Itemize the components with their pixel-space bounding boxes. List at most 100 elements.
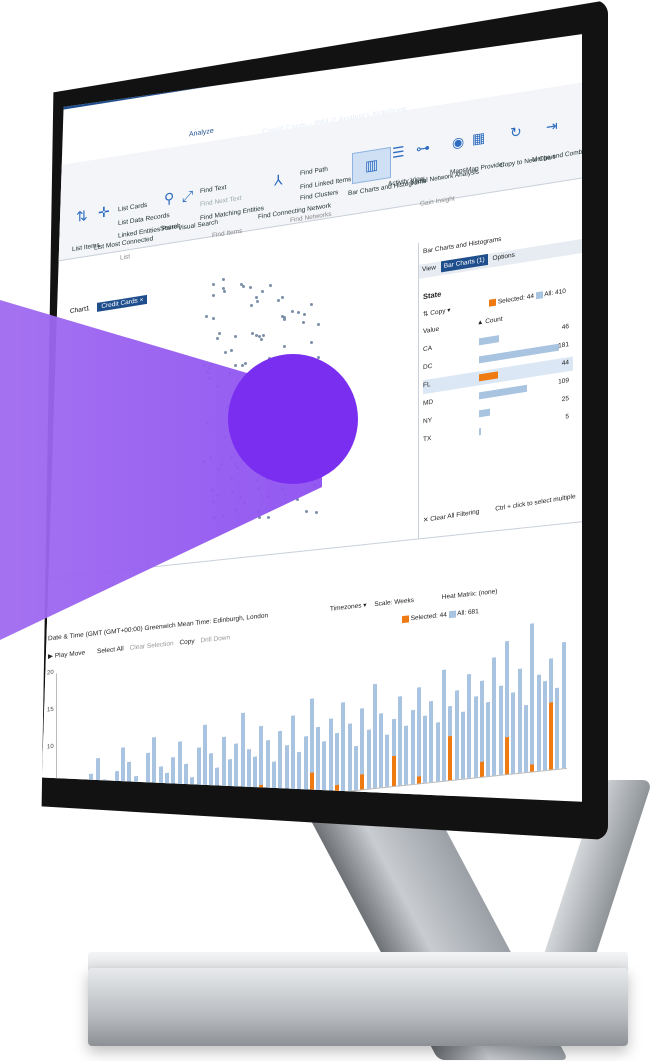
drill-down-button[interactable]: Drill Down (200, 634, 230, 644)
histogram-bar[interactable] (467, 674, 472, 779)
network-node[interactable] (218, 331, 222, 335)
histogram-bar[interactable] (372, 684, 377, 789)
login-button[interactable]: ⚲ Log In (454, 59, 492, 76)
network-node[interactable] (248, 285, 252, 289)
connecting-network-icon[interactable]: ⅄ (274, 171, 283, 189)
list-items-icon[interactable]: ⇅ (76, 207, 88, 226)
close-button[interactable]: X (564, 61, 571, 73)
network-node[interactable] (314, 510, 318, 514)
visual-search-icon[interactable]: ⤢ (182, 187, 193, 206)
copy-button[interactable]: Copy (179, 638, 194, 647)
network-node[interactable] (280, 296, 284, 300)
col-value[interactable]: Value (423, 326, 439, 336)
histogram-bar[interactable] (385, 734, 390, 787)
histogram-bar[interactable] (530, 623, 535, 772)
play-mode-dropdown[interactable]: Move (69, 649, 85, 658)
histogram-bar[interactable] (290, 715, 295, 797)
histogram-bar[interactable] (498, 685, 503, 775)
menu-select[interactable]: Select (228, 122, 247, 132)
network-node[interactable] (291, 309, 295, 313)
play-button[interactable]: ▶ Play (48, 651, 67, 660)
network-node[interactable] (221, 278, 225, 282)
network-node[interactable] (204, 315, 208, 319)
histogram-bar[interactable] (410, 709, 415, 785)
clear-selection-button[interactable]: Clear Selection (130, 640, 174, 652)
bar-chart-icon[interactable]: ▥ (352, 146, 392, 185)
menu-home[interactable]: Home (94, 144, 113, 154)
histogram-bar[interactable] (278, 731, 283, 799)
minimize-button[interactable]: – (530, 62, 536, 74)
network-node[interactable] (244, 362, 248, 365)
map-provider-icon[interactable]: ▦ (472, 129, 485, 148)
histogram-bar[interactable] (341, 702, 346, 792)
network-node[interactable] (233, 334, 237, 338)
histogram-bar-selected[interactable] (71, 812, 75, 820)
network-node[interactable] (305, 510, 308, 514)
histogram-bar-selected[interactable] (505, 736, 510, 775)
histogram-bar[interactable] (303, 735, 308, 796)
maximize-button[interactable]: □ (547, 62, 553, 74)
histogram-bar[interactable] (58, 806, 62, 821)
activity-view-icon[interactable]: ☰ (392, 143, 405, 162)
network-node[interactable] (250, 304, 254, 308)
network-node[interactable] (261, 334, 265, 338)
search-icon[interactable]: ⚲ (164, 189, 174, 208)
histogram-bar[interactable] (429, 700, 434, 783)
histogram-bar[interactable] (328, 718, 333, 793)
histogram-bar[interactable] (517, 668, 522, 774)
histogram-bar[interactable] (511, 691, 516, 774)
histogram-bar[interactable] (460, 711, 465, 779)
histogram-bar[interactable] (523, 705, 528, 773)
copy-to-chart-icon[interactable]: ↻ (510, 123, 522, 142)
histogram-bar[interactable] (379, 713, 384, 788)
histogram-bar[interactable] (536, 674, 541, 772)
network-node[interactable] (276, 298, 280, 302)
network-node[interactable] (212, 317, 216, 321)
network-node[interactable] (282, 345, 286, 349)
histogram-bar[interactable] (454, 690, 459, 780)
tab-options[interactable]: Options (489, 249, 517, 264)
network-node[interactable] (260, 338, 264, 342)
maps-icon[interactable]: ◉ (452, 133, 464, 152)
network-node[interactable] (268, 283, 272, 287)
network-node[interactable] (241, 284, 245, 288)
histogram-bar[interactable] (353, 745, 358, 791)
tab-view[interactable]: View (419, 262, 439, 276)
network-node[interactable] (267, 515, 271, 519)
histogram-bar[interactable] (486, 701, 491, 777)
histogram-bar[interactable] (335, 732, 340, 793)
network-node[interactable] (254, 296, 258, 300)
histogram-bar-selected[interactable] (448, 735, 453, 781)
network-node[interactable] (211, 294, 215, 298)
col-count[interactable]: ▲ Count (477, 316, 503, 327)
menu-analyze[interactable]: Analyze (185, 126, 217, 140)
list-connected-icon[interactable]: ✛ (98, 203, 110, 222)
menu-file[interactable]: File (72, 148, 83, 157)
network-node[interactable] (296, 310, 300, 314)
network-node[interactable] (211, 283, 215, 287)
network-node[interactable] (261, 290, 265, 294)
social-network-icon[interactable]: ⊶ (416, 139, 430, 158)
network-node[interactable] (309, 341, 313, 345)
network-node[interactable] (283, 318, 287, 322)
network-node[interactable] (224, 350, 228, 354)
menu-arrange[interactable]: Arrange (123, 138, 148, 149)
histogram-bar[interactable] (404, 725, 409, 785)
network-node[interactable] (215, 336, 219, 340)
histogram-bar-selected[interactable] (530, 763, 535, 772)
histogram-bar[interactable] (316, 727, 321, 795)
network-node[interactable] (256, 299, 260, 303)
histogram-bar[interactable] (366, 729, 371, 789)
clear-filter-button[interactable]: ✕ Clear All Filtering (423, 508, 479, 524)
network-node[interactable] (223, 290, 227, 294)
network-node[interactable] (310, 303, 314, 307)
histogram-bar-selected[interactable] (416, 775, 421, 784)
menu-style[interactable]: Style (159, 134, 175, 143)
network-node[interactable] (301, 320, 305, 324)
tab-bar-charts[interactable]: Bar Charts (1) (440, 253, 488, 273)
scale-dropdown[interactable]: Weeks (394, 597, 414, 606)
histogram-bar[interactable] (416, 686, 421, 784)
histogram-bar[interactable] (561, 642, 566, 769)
network-node[interactable] (303, 312, 307, 316)
histogram-bar[interactable] (398, 696, 402, 786)
